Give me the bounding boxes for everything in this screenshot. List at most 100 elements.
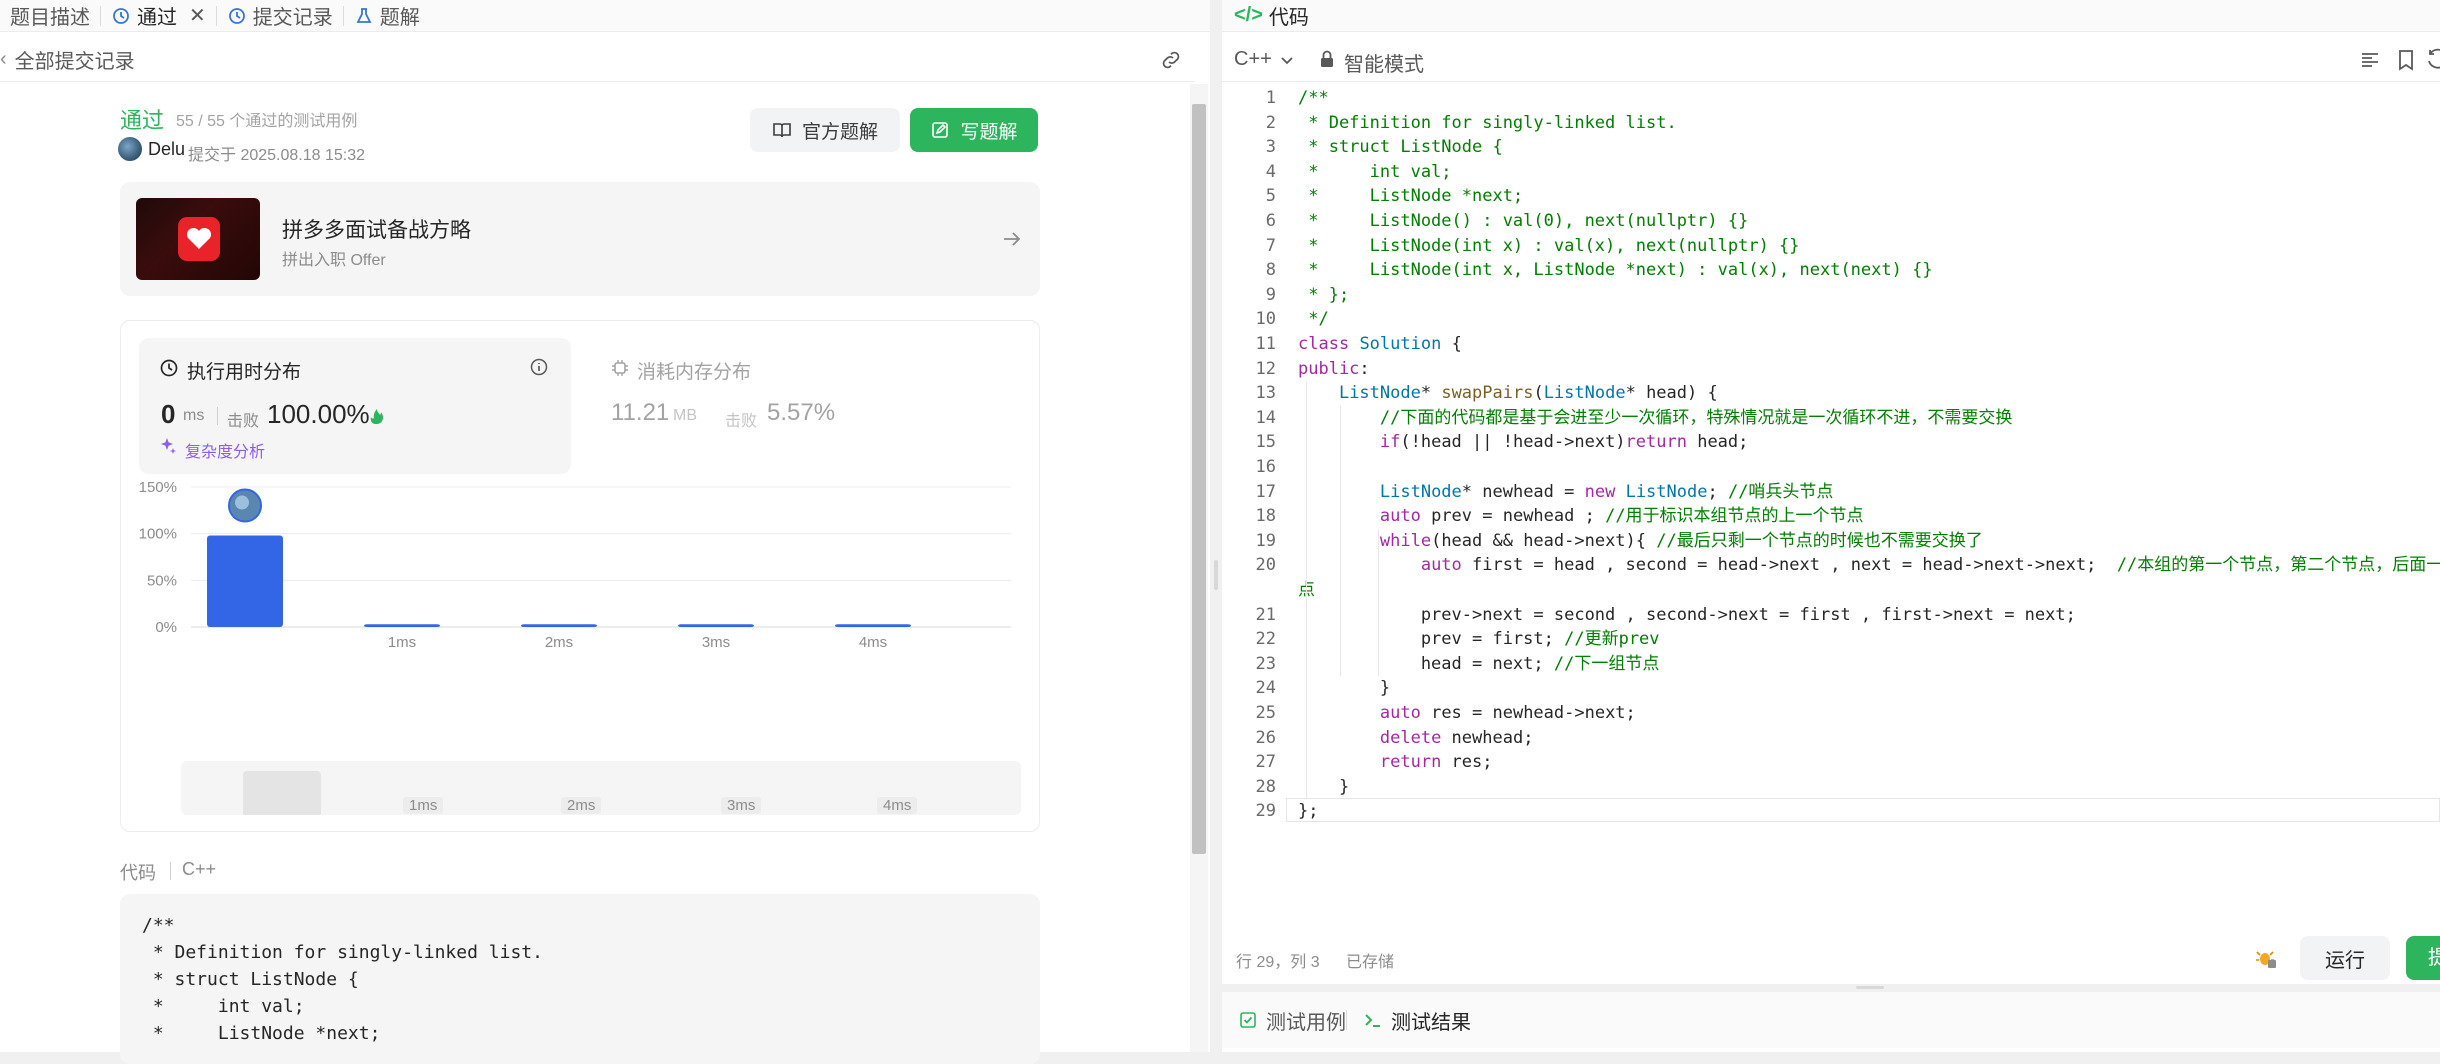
code-line[interactable]: 16 [1222, 455, 2440, 480]
scrollbar-thumb[interactable] [1192, 104, 1206, 854]
line-number: 21 [1255, 604, 1276, 625]
official-solution-button[interactable]: 官方题解 [750, 108, 900, 152]
code-line[interactable]: 17 ListNode* newhead = new ListNode; //哨… [1222, 480, 2440, 505]
code-line[interactable]: 2 * Definition for singly-linked list. [1222, 111, 2440, 136]
code-line[interactable]: 10 */ [1222, 307, 2440, 332]
code-line[interactable]: 23 head = next; //下一组节点 [1222, 652, 2440, 677]
code-line[interactable]: 22 prev = first; //更新prev [1222, 627, 2440, 652]
code-line[interactable]: 20 auto first = head , second = head->ne… [1222, 553, 2440, 578]
panel-resize-handle[interactable] [1856, 986, 1884, 989]
chart-bar[interactable] [835, 624, 911, 627]
code-line[interactable]: 26 delete newhead; [1222, 726, 2440, 751]
code-line[interactable]: 14 //下面的代码都是基于会进至少一次循环，特殊情况就是一次循环不进，不需要交… [1222, 406, 2440, 431]
code-text: ListNode* newhead = new ListNode; //哨兵头节… [1379, 481, 1834, 502]
mini-axis-label: 2ms [561, 797, 602, 814]
code-line[interactable]: 11 class Solution { [1222, 332, 2440, 357]
tab-code[interactable]: 代码 [1269, 1, 1309, 30]
link-icon[interactable] [1159, 48, 1183, 72]
submission-panel: 题目描述 通过 ✕ 提交记录 题解 ‹ 全部提交记录 通过 55 / 55 个通… [0, 0, 1210, 1064]
code-editor[interactable]: 1 /** 2 * Definition for singly-linked lis… [1222, 84, 2440, 938]
info-icon[interactable] [529, 357, 549, 377]
code-line[interactable]: 28 } [1222, 775, 2440, 800]
avatar[interactable] [118, 137, 142, 161]
bookmark-icon[interactable] [2394, 48, 2418, 72]
chart-bar[interactable] [521, 624, 597, 627]
tab-test-result[interactable]: 测试结果 [1363, 1006, 1471, 1035]
panel-splitter[interactable] [1210, 0, 1222, 1052]
runtime-distribution-chart[interactable]: 0% 50% 100% 150% 1ms 2ms 3ms 4ms [121, 481, 1041, 681]
code-line[interactable]: 21 prev->next = second , second->next = … [1222, 603, 2440, 628]
line-number: 5 [1265, 186, 1276, 207]
reset-icon[interactable] [2426, 48, 2440, 72]
code-text: public: [1298, 358, 1370, 379]
code-line-wrap[interactable]: 点 [1222, 578, 2440, 603]
clock-icon [160, 359, 178, 377]
chart-bar[interactable] [207, 535, 283, 627]
code-line[interactable]: 7 * ListNode(int x) : val(x), next(nullp… [1222, 234, 2440, 259]
promo-card[interactable]: 拼多多面试备战方略 拼出入职 Offer [120, 182, 1040, 296]
code-line[interactable]: 8 * ListNode(int x, ListNode *next) : va… [1222, 258, 2440, 283]
code-line[interactable]: 15 if(!head || !head->next)return head; [1222, 430, 2440, 455]
chart-bar[interactable] [678, 624, 754, 627]
code-line[interactable]: 25 auto res = newhead->next; [1222, 701, 2440, 726]
tab-solutions[interactable]: 题解 [344, 0, 430, 32]
chart-bar[interactable] [364, 624, 440, 627]
sparkle-icon [161, 438, 176, 454]
format-icon[interactable] [2358, 48, 2382, 72]
splitter-grip[interactable] [1214, 560, 1218, 590]
code-line[interactable]: 12 public: [1222, 357, 2440, 382]
complexity-analysis-link[interactable]: 复杂度分析 [185, 438, 265, 462]
code-line[interactable]: 4 * int val; [1222, 160, 2440, 185]
code-preview-line: * int val; [142, 996, 305, 1017]
y-tick-label: 100% [139, 526, 177, 543]
code-preview-line: * Definition for singly-linked list. [142, 942, 543, 963]
code-text: * ListNode() : val(0), next(nullptr) {} [1298, 211, 1749, 231]
line-number: 15 [1255, 432, 1276, 453]
code-text: delete newhead; [1379, 727, 1534, 748]
code-line[interactable]: 3 * struct ListNode { [1222, 135, 2440, 160]
code-line[interactable]: 24 } [1222, 676, 2440, 701]
submit-button[interactable]: 提交 [2406, 936, 2440, 980]
code-line[interactable]: 19 while(head && head->next){ //最后只剩一个节点… [1222, 529, 2440, 554]
memory-title[interactable]: 消耗内存分布 [637, 357, 751, 384]
cpu-icon [612, 360, 628, 376]
code-line[interactable]: 27 return res; [1222, 750, 2440, 775]
code-text: */ [1298, 309, 1329, 330]
write-solution-label: 写题解 [960, 121, 1018, 143]
tab-submissions[interactable]: 提交记录 [217, 0, 343, 32]
language-select[interactable]: C++ [1234, 48, 1296, 71]
run-button[interactable]: 运行 [2300, 936, 2390, 980]
pinduoduo-logo [178, 217, 220, 261]
line-number: 2 [1265, 112, 1276, 133]
code-preview-line: * ListNode *next; [142, 1023, 381, 1044]
right-tab-bar: </> 代码 [1222, 0, 2440, 32]
back-icon[interactable]: ‹ [0, 48, 7, 71]
code-line[interactable]: 1 /** [1222, 86, 2440, 111]
write-solution-button[interactable]: 写题解 [910, 108, 1038, 152]
code-line[interactable]: 13 ListNode* swapPairs(ListNode* head) { [1222, 381, 2440, 406]
code-text: auto res = newhead->next; [1379, 703, 1636, 723]
username[interactable]: Delu [148, 139, 185, 160]
code-line[interactable]: 5 * ListNode *next; [1222, 184, 2440, 209]
line-number: 8 [1265, 260, 1276, 281]
code-line[interactable]: 6 * ListNode() : val(0), next(nullptr) {… [1222, 209, 2440, 234]
slider-window[interactable] [243, 771, 321, 815]
all-submissions-link[interactable]: 全部提交记录 [15, 45, 135, 74]
code-text: return res; [1379, 752, 1493, 773]
tab-accepted-label: 通过 [137, 7, 177, 29]
code-line[interactable]: 18 auto prev = newhead ; //用于标识本组节点的上一个节… [1222, 504, 2440, 529]
lock-icon [1321, 50, 1333, 67]
indent-guide [1306, 381, 1307, 800]
code-line[interactable]: 9 * }; [1222, 283, 2440, 308]
smart-mode-toggle[interactable]: 智能模式 [1344, 48, 1424, 77]
line-number: 19 [1255, 530, 1276, 551]
tab-accepted[interactable]: 通过 ✕ [101, 0, 216, 32]
debug-icon[interactable] [2254, 946, 2278, 970]
chart-range-slider[interactable]: 1ms 2ms 3ms 4ms [181, 761, 1021, 815]
tab-description[interactable]: 题目描述 [0, 0, 100, 32]
tab-test-cases[interactable]: 测试用例 [1238, 1006, 1346, 1035]
close-icon[interactable]: ✕ [189, 3, 206, 28]
runtime-value: 0 [161, 399, 176, 429]
terminal-icon [1365, 1014, 1380, 1027]
scrollbar[interactable] [1190, 84, 1208, 1052]
